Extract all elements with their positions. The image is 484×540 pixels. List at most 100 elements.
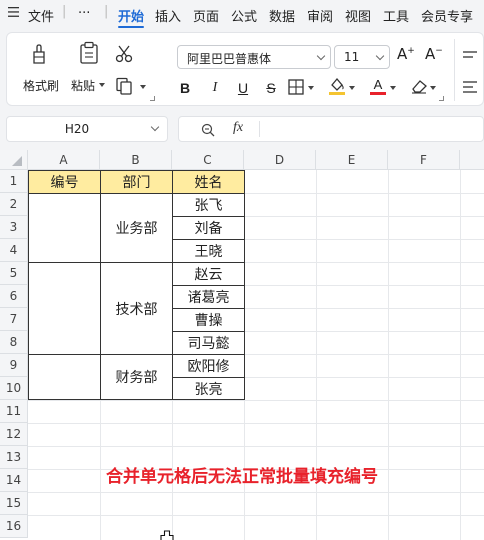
clipboard-group-launcher[interactable] [150,96,155,101]
font-color-icon[interactable]: A [369,76,387,100]
header-cell-dept[interactable]: 部门 [101,171,172,193]
row-header[interactable]: 7 [0,308,28,331]
name-cell[interactable]: 张亮 [173,378,244,399]
name-cell[interactable]: 诸葛亮 [173,286,244,308]
header-cell-name[interactable]: 姓名 [173,171,244,193]
ribbon-separator [454,39,455,101]
column-header-D[interactable]: D [244,150,316,170]
formula-input[interactable]: fx [178,116,484,142]
table-border [172,239,245,240]
tab-view[interactable]: 视图 [345,6,371,25]
table-border [28,170,29,400]
align-left-icon[interactable] [463,79,477,98]
align-top-icon[interactable] [463,47,477,66]
row-header[interactable]: 6 [0,285,28,308]
table-border [28,354,245,355]
tab-data[interactable]: 数据 [269,6,295,25]
gridline [28,400,484,401]
column-header-G[interactable] [460,150,484,170]
name-cell[interactable]: 刘备 [173,217,244,239]
cell-select-cursor-icon [160,530,174,540]
tab-insert[interactable]: 插入 [155,6,181,25]
clear-format-dropdown-icon[interactable] [430,86,436,90]
row-header[interactable]: 1 [0,170,28,193]
table-border [28,399,245,400]
name-cell[interactable]: 赵云 [173,263,244,285]
row-header[interactable]: 9 [0,354,28,377]
borders-icon[interactable] [288,79,304,99]
header-cell-id[interactable]: 编号 [29,171,100,193]
merged-id-cell[interactable] [29,355,100,399]
font-group-launcher[interactable] [439,96,444,101]
format-painter-icon[interactable] [29,43,51,69]
merged-id-cell[interactable] [29,194,100,262]
tab-formula[interactable]: 公式 [231,6,257,25]
notice-caption: 合并单元格后无法正常批量填充编号 [106,467,378,487]
row-header[interactable]: 10 [0,377,28,400]
paste-label[interactable]: 粘贴 [71,77,95,94]
underline-button[interactable]: U [233,77,253,99]
tab-review[interactable]: 审阅 [307,6,333,25]
table-border [244,170,245,400]
merged-id-cell[interactable] [29,263,100,354]
row-header[interactable]: 8 [0,331,28,354]
cut-icon[interactable] [115,45,133,67]
row-header[interactable]: 15 [0,492,28,515]
bold-button[interactable]: B [175,77,195,99]
tab-tools[interactable]: 工具 [383,6,409,25]
formula-divider [259,121,260,137]
row-header[interactable]: 4 [0,239,28,262]
column-header-C[interactable]: C [172,150,244,170]
menu-more[interactable]: ··· [78,6,90,21]
merged-dept-cell[interactable]: 业务部 [101,194,172,262]
merged-dept-cell[interactable]: 财务部 [101,355,172,399]
tab-home[interactable]: 开始 [118,6,144,25]
zoom-search-icon[interactable] [201,122,215,141]
row-header[interactable]: 12 [0,423,28,446]
name-cell[interactable]: 司马懿 [173,332,244,354]
row-header[interactable]: 3 [0,216,28,239]
row-header[interactable]: 5 [0,262,28,285]
paste-dropdown-icon[interactable] [99,83,105,87]
fill-color-icon[interactable] [328,76,346,100]
hamburger-menu-icon[interactable] [8,6,20,21]
merged-dept-cell[interactable]: 技术部 [101,263,172,354]
name-cell[interactable]: 王晓 [173,240,244,262]
font-shrink-icon[interactable]: A− [425,45,443,63]
tab-member[interactable]: 会员专享 [421,6,473,25]
row-header[interactable]: 16 [0,515,28,538]
name-box[interactable]: H20 [6,116,168,142]
column-header-B[interactable]: B [100,150,172,170]
clear-format-icon[interactable] [410,78,428,98]
column-header-E[interactable]: E [316,150,388,170]
column-header-A[interactable]: A [28,150,100,170]
fill-color-dropdown-icon[interactable] [349,86,355,90]
font-name-select[interactable]: 阿里巴巴普惠体 [177,45,331,69]
copy-icon[interactable] [115,77,133,99]
fx-icon[interactable]: fx [233,120,243,136]
format-painter-label[interactable]: 格式刷 [23,77,59,94]
svg-text:A: A [374,77,383,92]
font-size-select[interactable]: 11 [334,45,390,69]
row-header[interactable]: 11 [0,400,28,423]
paste-icon[interactable] [78,41,100,69]
font-grow-icon[interactable]: A+ [397,45,415,63]
name-cell[interactable]: 欧阳修 [173,355,244,377]
table-border [172,377,245,378]
name-cell[interactable]: 张飞 [173,194,244,216]
copy-dropdown-icon[interactable] [140,85,146,89]
table-border [172,170,173,400]
row-header[interactable]: 2 [0,193,28,216]
select-all-corner[interactable] [0,150,28,170]
column-header-F[interactable]: F [388,150,460,170]
menu-file[interactable]: 文件 [28,6,54,25]
chevron-down-icon [316,51,326,61]
name-cell[interactable]: 曹操 [173,309,244,331]
strikethrough-button[interactable]: S [261,77,281,99]
italic-button[interactable]: I [205,77,225,99]
chevron-down-icon[interactable] [150,122,160,132]
font-color-dropdown-icon[interactable] [390,86,396,90]
tab-page[interactable]: 页面 [193,6,219,25]
gridline [28,492,484,493]
borders-dropdown-icon[interactable] [308,86,314,90]
